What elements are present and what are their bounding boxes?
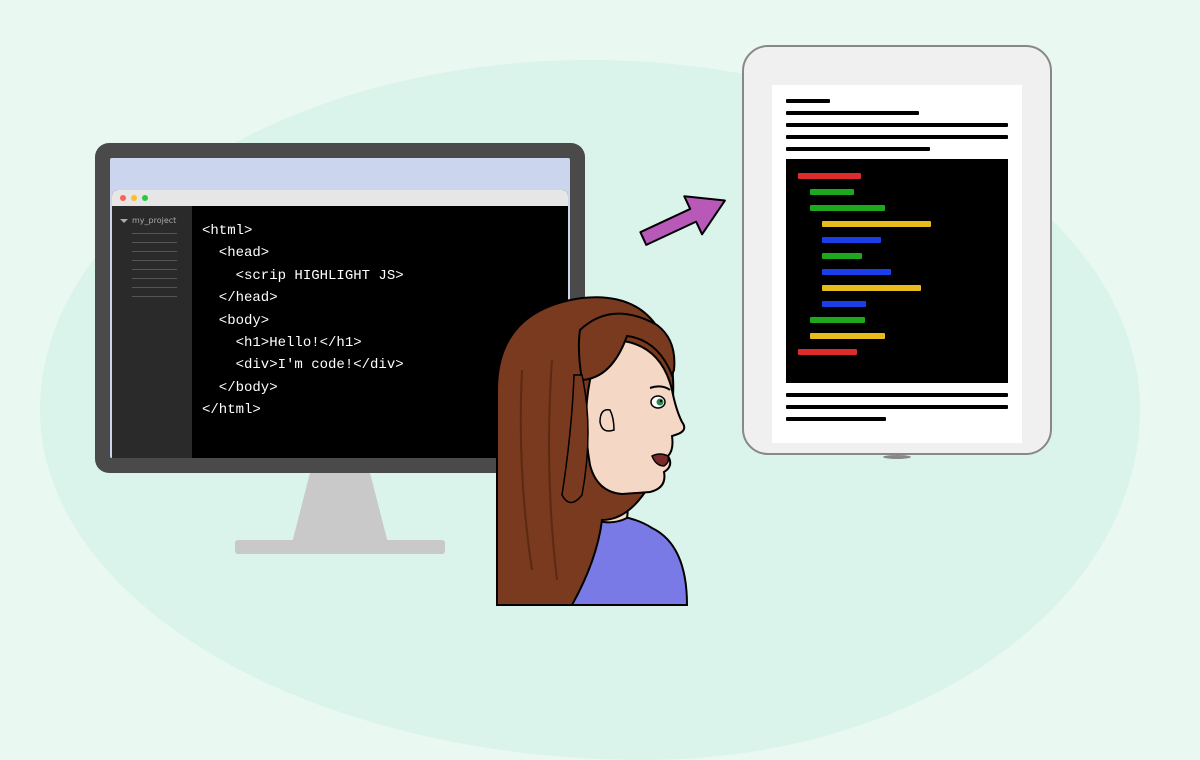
document-text-line (786, 405, 1008, 409)
syntax-highlighted-line (810, 189, 854, 195)
syntax-highlighted-line (822, 269, 891, 275)
syntax-highlighted-line (822, 237, 881, 243)
file-item[interactable] (132, 287, 177, 288)
syntax-highlighted-line (810, 333, 885, 339)
file-item[interactable] (132, 233, 177, 234)
person-illustration (462, 270, 742, 610)
syntax-highlighted-line (810, 205, 885, 211)
syntax-highlighted-line (822, 301, 866, 307)
file-item[interactable] (132, 296, 177, 297)
syntax-highlighted-line (810, 317, 865, 323)
file-explorer-sidebar: my_project (112, 206, 192, 458)
code-line: <div>I'm code!</div> (202, 357, 404, 373)
syntax-highlighted-line (822, 253, 862, 259)
code-line: <body> (202, 313, 269, 329)
window-titlebar (112, 190, 568, 206)
tablet-home-button[interactable] (883, 455, 911, 459)
code-line: </html> (202, 402, 261, 418)
syntax-highlighted-line (798, 173, 861, 179)
code-line: </body> (202, 380, 278, 396)
code-line: <h1>Hello!</h1> (202, 335, 362, 351)
document-text-line (786, 393, 1008, 397)
code-line: <scrip HIGHLIGHT JS> (202, 268, 404, 284)
document-text-line (786, 111, 919, 115)
file-item[interactable] (132, 278, 177, 279)
monitor-base (235, 540, 445, 554)
file-item[interactable] (132, 269, 177, 270)
close-icon[interactable] (120, 195, 126, 201)
maximize-icon[interactable] (142, 195, 148, 201)
minimize-icon[interactable] (131, 195, 137, 201)
syntax-highlighted-line (822, 285, 921, 291)
file-list (120, 233, 184, 297)
project-folder[interactable]: my_project (120, 216, 184, 225)
tablet-screen (772, 85, 1022, 443)
document-text-line (786, 99, 830, 103)
code-line: </head> (202, 290, 278, 306)
project-name: my_project (132, 216, 176, 225)
document-text-line (786, 123, 1008, 127)
file-item[interactable] (132, 242, 177, 243)
code-line: <html> (202, 223, 252, 239)
document-text-line (786, 135, 1008, 139)
file-item[interactable] (132, 260, 177, 261)
arrow-icon (622, 165, 742, 265)
code-line: <head> (202, 245, 269, 261)
syntax-highlighted-line (822, 221, 931, 227)
rendered-code-block (786, 159, 1008, 383)
tablet-device (742, 45, 1052, 455)
document-text-line (786, 417, 886, 421)
document-text-line (786, 147, 930, 151)
syntax-highlighted-line (798, 349, 857, 355)
chevron-down-icon (120, 219, 128, 223)
file-item[interactable] (132, 251, 177, 252)
